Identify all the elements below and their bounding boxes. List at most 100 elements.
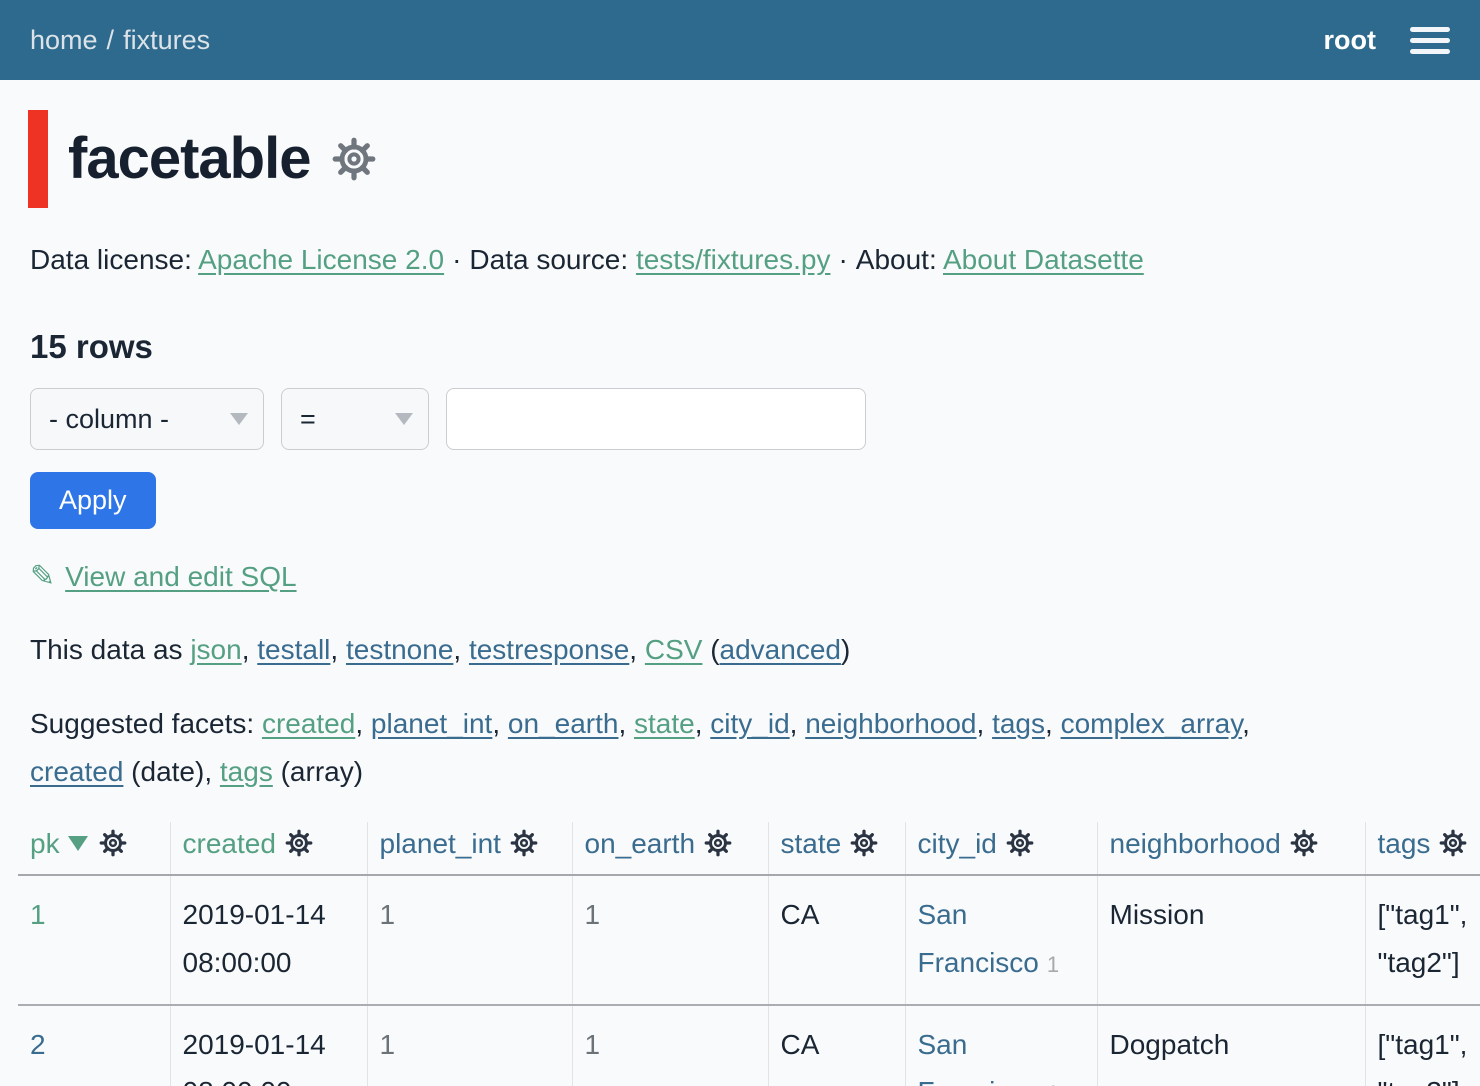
accent-bar xyxy=(28,110,48,208)
column-header-city-id-link[interactable]: city_id xyxy=(918,828,997,859)
export-open-paren: ( xyxy=(702,634,719,665)
source-link[interactable]: tests/fixtures.py xyxy=(636,244,831,275)
facet-separator: , xyxy=(695,708,711,739)
breadcrumb-database-link[interactable]: fixtures xyxy=(123,25,210,55)
filter-row: - column - = xyxy=(30,388,1450,450)
column-header-state-link[interactable]: state xyxy=(781,828,842,859)
facet-separator: , xyxy=(790,708,806,739)
suggested-facets: Suggested facets: created, planet_int, o… xyxy=(30,700,1450,796)
column-header-pk-link[interactable]: pk xyxy=(30,828,60,859)
apply-button[interactable]: Apply xyxy=(30,472,156,529)
column-header-planet-int-link[interactable]: planet_int xyxy=(380,828,501,859)
export-separator: , xyxy=(629,634,645,665)
column-header-pk: pk xyxy=(18,822,170,875)
export-separator: , xyxy=(242,634,258,665)
facet-link-created-date[interactable]: created xyxy=(30,756,123,787)
facet-separator: , xyxy=(1242,708,1250,739)
column-header-planet-int: planet_int xyxy=(367,822,572,875)
cell-planet-int: 1 xyxy=(367,875,572,1004)
city-link[interactable]: San Francisco xyxy=(918,899,1039,978)
facet-link-state[interactable]: state xyxy=(634,708,695,739)
pencil-icon: ✎ xyxy=(30,560,55,593)
sort-descending-icon xyxy=(68,836,88,851)
license-label: Data license: xyxy=(30,244,192,275)
column-header-neighborhood-link[interactable]: neighborhood xyxy=(1110,828,1281,859)
about-link[interactable]: About Datasette xyxy=(943,244,1144,275)
facet-link-on-earth[interactable]: on_earth xyxy=(508,708,619,739)
row-pk-link[interactable]: 1 xyxy=(30,899,46,930)
cell-city-id: San Francisco1 xyxy=(905,875,1097,1004)
facet-separator: , xyxy=(618,708,634,739)
column-header-created: created xyxy=(170,822,367,875)
facet-link-city-id[interactable]: city_id xyxy=(710,708,789,739)
export-link-advanced[interactable]: advanced xyxy=(720,634,841,665)
view-edit-sql-link[interactable]: View and edit SQL xyxy=(65,561,296,592)
column-gear-icon[interactable] xyxy=(1281,828,1319,859)
cell-state: CA xyxy=(768,1005,905,1086)
export-prefix: This data as xyxy=(30,634,190,665)
facets-prefix: Suggested facets: xyxy=(30,708,262,739)
column-header-tags-link[interactable]: tags xyxy=(1378,828,1431,859)
column-gear-icon[interactable] xyxy=(276,828,314,859)
cell-neighborhood: Mission xyxy=(1097,875,1365,1004)
cell-created: 2019-01-14 08:00:00 xyxy=(170,1005,367,1086)
license-link[interactable]: Apache License 2.0 xyxy=(198,244,444,275)
nav-user-link[interactable]: root xyxy=(1324,25,1376,56)
table-header-row: pk created planet_int on_earth state cit… xyxy=(18,822,1480,875)
facet-link-planet-int[interactable]: planet_int xyxy=(371,708,492,739)
column-header-on-earth-link[interactable]: on_earth xyxy=(585,828,696,859)
column-gear-icon[interactable] xyxy=(695,828,733,859)
table-row: 1 2019-01-14 08:00:00 1 1 CA San Francis… xyxy=(18,875,1480,1004)
export-link-testresponse[interactable]: testresponse xyxy=(469,634,629,665)
table-row: 2 2019-01-14 08:00:00 1 1 CA San Francis… xyxy=(18,1005,1480,1086)
facet-separator: , xyxy=(977,708,993,739)
column-gear-icon[interactable] xyxy=(841,828,879,859)
cell-pk: 1 xyxy=(18,875,170,1004)
export-link-testall[interactable]: testall xyxy=(257,634,330,665)
filter-column-select[interactable]: - column - xyxy=(30,388,264,450)
cell-tags: ["tag1", "tag2"] xyxy=(1365,875,1480,1004)
facet-link-neighborhood[interactable]: neighborhood xyxy=(805,708,976,739)
table-gear-icon[interactable] xyxy=(330,135,378,183)
cell-state: CA xyxy=(768,875,905,1004)
column-gear-icon[interactable] xyxy=(501,828,539,859)
facet-separator: (array) xyxy=(273,756,363,787)
main-content: facetable Data license: Apache License 2… xyxy=(0,80,1480,796)
filter-operator-select[interactable]: = xyxy=(281,388,429,450)
row-count: 15 rows xyxy=(30,328,1450,366)
column-gear-icon[interactable] xyxy=(90,828,128,859)
facet-link-tags-array[interactable]: tags xyxy=(220,756,273,787)
cell-on-earth: 1 xyxy=(572,1005,768,1086)
export-line: This data as json, testall, testnone, te… xyxy=(30,634,1450,666)
column-header-tags: tags xyxy=(1365,822,1480,875)
about-label: About: xyxy=(856,244,937,275)
column-gear-icon[interactable] xyxy=(997,828,1035,859)
filter-value-input[interactable] xyxy=(446,388,866,450)
column-gear-icon[interactable] xyxy=(1430,828,1468,859)
dot-separator: · xyxy=(838,244,847,275)
export-link-json[interactable]: json xyxy=(190,634,241,665)
column-header-created-link[interactable]: created xyxy=(183,828,276,859)
breadcrumb-home-link[interactable]: home xyxy=(30,25,98,55)
city-link[interactable]: San Francisco xyxy=(918,1029,1039,1086)
cell-city-id: San Francisco1 xyxy=(905,1005,1097,1086)
cell-neighborhood: Dogpatch xyxy=(1097,1005,1365,1086)
export-link-csv[interactable]: CSV xyxy=(645,634,703,665)
filter-operator-value: = xyxy=(300,404,316,435)
column-header-on-earth: on_earth xyxy=(572,822,768,875)
metadata-line: Data license: Apache License 2.0·Data so… xyxy=(30,244,1450,276)
facet-link-tags[interactable]: tags xyxy=(992,708,1045,739)
column-header-neighborhood: neighborhood xyxy=(1097,822,1365,875)
chevron-down-icon xyxy=(395,413,413,425)
facet-separator: , xyxy=(1045,708,1061,739)
export-close-paren: ) xyxy=(841,634,850,665)
facet-link-created[interactable]: created xyxy=(262,708,355,739)
export-link-testnone[interactable]: testnone xyxy=(346,634,453,665)
row-pk-link[interactable]: 2 xyxy=(30,1029,46,1060)
column-header-city-id: city_id xyxy=(905,822,1097,875)
title-bar: facetable xyxy=(28,110,1450,208)
hamburger-menu-icon[interactable] xyxy=(1410,27,1450,54)
top-nav: home/fixtures root xyxy=(0,0,1480,80)
cell-created: 2019-01-14 08:00:00 xyxy=(170,875,367,1004)
facet-link-complex-array[interactable]: complex_array xyxy=(1061,708,1243,739)
